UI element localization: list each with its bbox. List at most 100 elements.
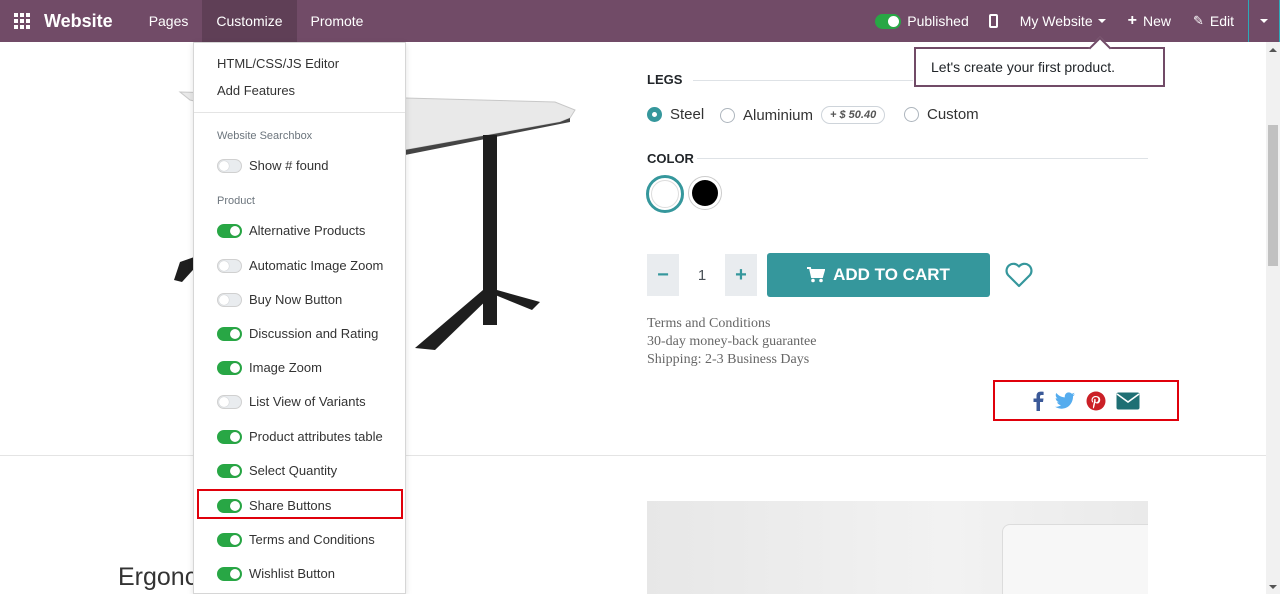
- legs-option-steel[interactable]: Steel: [647, 106, 704, 123]
- toggle-on-icon: [217, 360, 242, 375]
- grid-icon: [14, 13, 30, 29]
- toggle-off-icon: [217, 394, 242, 409]
- option-select-quantity[interactable]: Select Quantity: [217, 463, 337, 478]
- option-show-found[interactable]: Show # found: [217, 158, 329, 173]
- guarantee-text: 30-day money-back guarantee: [647, 334, 817, 349]
- onboarding-tooltip: Let's create your first product.: [914, 47, 1165, 87]
- option-label: Image Zoom: [249, 360, 322, 375]
- option-list-view-variants[interactable]: List View of Variants: [217, 394, 366, 409]
- option-alternative-products[interactable]: Alternative Products: [217, 223, 365, 238]
- legs-label: LEGS: [647, 72, 683, 87]
- toggle-on-icon: [217, 223, 242, 238]
- apps-menu-button[interactable]: [0, 0, 44, 42]
- option-label: Show # found: [249, 158, 329, 173]
- option-label: Automatic Image Zoom: [249, 258, 384, 273]
- website-editor-page: Website Pages Customize Promote Publishe…: [0, 0, 1280, 594]
- option-product-attributes-table[interactable]: Product attributes table: [217, 429, 383, 444]
- option-label: Wishlist Button: [249, 566, 335, 581]
- color-label: COLOR: [647, 151, 694, 166]
- published-label: Published: [907, 13, 969, 29]
- caret-down-icon: [1260, 19, 1268, 23]
- toggle-off-icon: [217, 292, 242, 307]
- product-header: Product: [217, 195, 255, 207]
- shipping-text: Shipping: 2-3 Business Days: [647, 352, 810, 367]
- edit-button[interactable]: ✎ Edit: [1193, 13, 1234, 29]
- color-swatch-black[interactable]: [688, 176, 722, 210]
- twitter-icon[interactable]: [1054, 391, 1076, 410]
- option-wishlist-button[interactable]: Wishlist Button: [217, 566, 335, 581]
- cart-icon: [807, 267, 826, 283]
- option-label: Terms and Conditions: [249, 532, 375, 547]
- option-label: Product attributes table: [249, 429, 383, 444]
- published-toggle[interactable]: Published: [875, 13, 969, 29]
- quantity-input[interactable]: 1: [679, 254, 725, 296]
- new-button[interactable]: + New: [1128, 12, 1171, 30]
- scroll-down-arrow-icon[interactable]: [1269, 585, 1277, 589]
- option-label: List View of Variants: [249, 394, 366, 409]
- scroll-up-arrow-icon[interactable]: [1269, 48, 1277, 52]
- legs-option-custom[interactable]: Custom: [904, 106, 979, 123]
- facebook-icon[interactable]: [1032, 391, 1044, 411]
- website-selector[interactable]: My Website: [1020, 13, 1106, 29]
- nav-customize[interactable]: Customize: [202, 0, 297, 42]
- wishlist-heart-icon[interactable]: [1005, 262, 1033, 288]
- option-label: Buy Now Button: [249, 292, 343, 307]
- mobile-preview-icon[interactable]: [988, 14, 998, 28]
- nav-promote[interactable]: Promote: [297, 0, 378, 42]
- new-label: New: [1142, 13, 1171, 29]
- decrease-quantity-button[interactable]: −: [647, 254, 679, 296]
- option-buy-now-button[interactable]: Buy Now Button: [217, 292, 342, 307]
- option-automatic-image-zoom[interactable]: Automatic Image Zoom: [217, 258, 383, 273]
- product-description-title: Ergonc: [118, 563, 198, 591]
- legs-option-label: Aluminium: [743, 106, 814, 124]
- website-selector-label: My Website: [1019, 13, 1093, 29]
- add-to-cart-button[interactable]: ADD TO CART: [767, 253, 990, 297]
- toggle-on-icon: [217, 463, 242, 478]
- html-css-js-editor-item[interactable]: HTML/CSS/JS Editor: [217, 56, 339, 71]
- toggle-off-icon: [217, 258, 242, 273]
- terms-link[interactable]: Terms and Conditions: [647, 316, 770, 332]
- legs-option-label: Custom: [927, 106, 979, 123]
- section-divider: [0, 455, 1280, 456]
- navbar-right: Published My Website + New ✎ Edit: [875, 0, 1280, 42]
- color-swatch-white[interactable]: [646, 175, 684, 213]
- legs-divider: [693, 80, 913, 81]
- top-navbar: Website Pages Customize Promote Publishe…: [0, 0, 1280, 42]
- more-dropdown-button[interactable]: [1248, 0, 1280, 42]
- option-label: Discussion and Rating: [249, 326, 379, 341]
- pinterest-icon[interactable]: [1086, 391, 1106, 411]
- option-image-zoom[interactable]: Image Zoom: [217, 360, 322, 375]
- chair-backrest-shape: [1002, 524, 1148, 594]
- app-brand[interactable]: Website: [44, 11, 113, 32]
- toggle-on-icon: [217, 429, 242, 444]
- toggle-on-icon: [217, 532, 242, 547]
- toggle-on-icon: [217, 326, 242, 341]
- legs-option-aluminium[interactable]: Aluminium + $ 50.40: [720, 106, 886, 124]
- scroll-thumb[interactable]: [1268, 125, 1278, 266]
- option-label: Select Quantity: [249, 463, 338, 478]
- plus-icon: +: [1127, 12, 1137, 29]
- color-divider: [697, 158, 1148, 159]
- option-discussion-rating[interactable]: Discussion and Rating: [217, 326, 378, 341]
- edit-label: Edit: [1209, 13, 1234, 29]
- radio-icon: [904, 107, 919, 122]
- email-icon[interactable]: [1116, 392, 1140, 410]
- searchbox-header: Website Searchbox: [217, 130, 313, 142]
- caret-down-icon: [1097, 19, 1106, 23]
- radio-checked-icon: [647, 107, 662, 122]
- nav-pages[interactable]: Pages: [135, 0, 203, 42]
- pencil-icon: ✎: [1192, 13, 1204, 28]
- extra-price-badge: + $ 50.40: [821, 106, 886, 124]
- add-to-cart-label: ADD TO CART: [833, 265, 950, 284]
- option-terms-conditions[interactable]: Terms and Conditions: [217, 532, 375, 547]
- product-lifestyle-image: [647, 501, 1148, 594]
- share-buttons-highlight: [197, 489, 403, 519]
- toggle-off-icon: [217, 158, 242, 173]
- radio-icon: [720, 107, 735, 123]
- increase-quantity-button[interactable]: +: [725, 254, 757, 296]
- toggle-on-icon: [217, 566, 242, 581]
- share-buttons: [993, 380, 1179, 421]
- toggle-switch-icon: [875, 13, 902, 29]
- add-features-item[interactable]: Add Features: [217, 83, 295, 98]
- page-scrollbar[interactable]: [1266, 42, 1280, 594]
